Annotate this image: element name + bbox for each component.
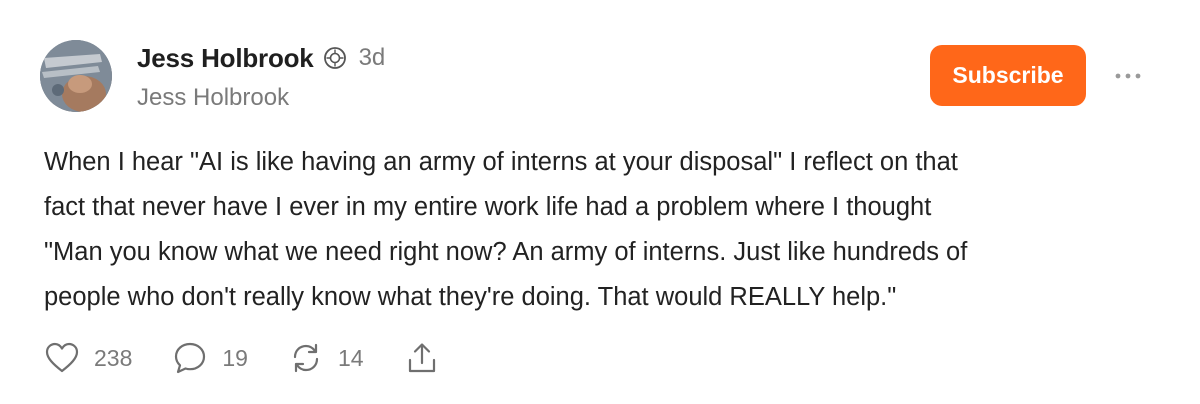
comment-icon [172, 340, 208, 376]
badge-check-icon [323, 46, 347, 70]
post-body: When I hear "AI is like having an army o… [44, 148, 968, 311]
avatar[interactable] [40, 40, 112, 112]
avatar-image [40, 40, 112, 112]
share-button[interactable] [404, 340, 440, 376]
restack-icon [288, 340, 324, 376]
author-name[interactable]: Jess Holbrook [137, 43, 314, 74]
post-actions: 238 19 14 [44, 338, 480, 378]
author-header: Jess Holbrook 3d [137, 40, 385, 76]
comment-button[interactable]: 19 [172, 340, 248, 376]
restack-count: 14 [337, 344, 364, 371]
ellipsis-icon[interactable] [1113, 66, 1143, 86]
share-icon [404, 340, 440, 376]
comment-count: 19 [222, 344, 248, 371]
subscribe-button[interactable]: Subscribe [930, 45, 1086, 106]
restack-button[interactable]: 14 [288, 340, 364, 376]
like-count: 238 [94, 344, 133, 371]
post-card: Jess Holbrook 3d Jess Holbrook Subscribe… [0, 0, 1200, 404]
author-handle[interactable]: Jess Holbrook [137, 84, 289, 112]
like-button[interactable]: 238 [44, 340, 132, 376]
post-timestamp[interactable]: 3d [359, 44, 386, 72]
heart-icon [44, 340, 80, 376]
